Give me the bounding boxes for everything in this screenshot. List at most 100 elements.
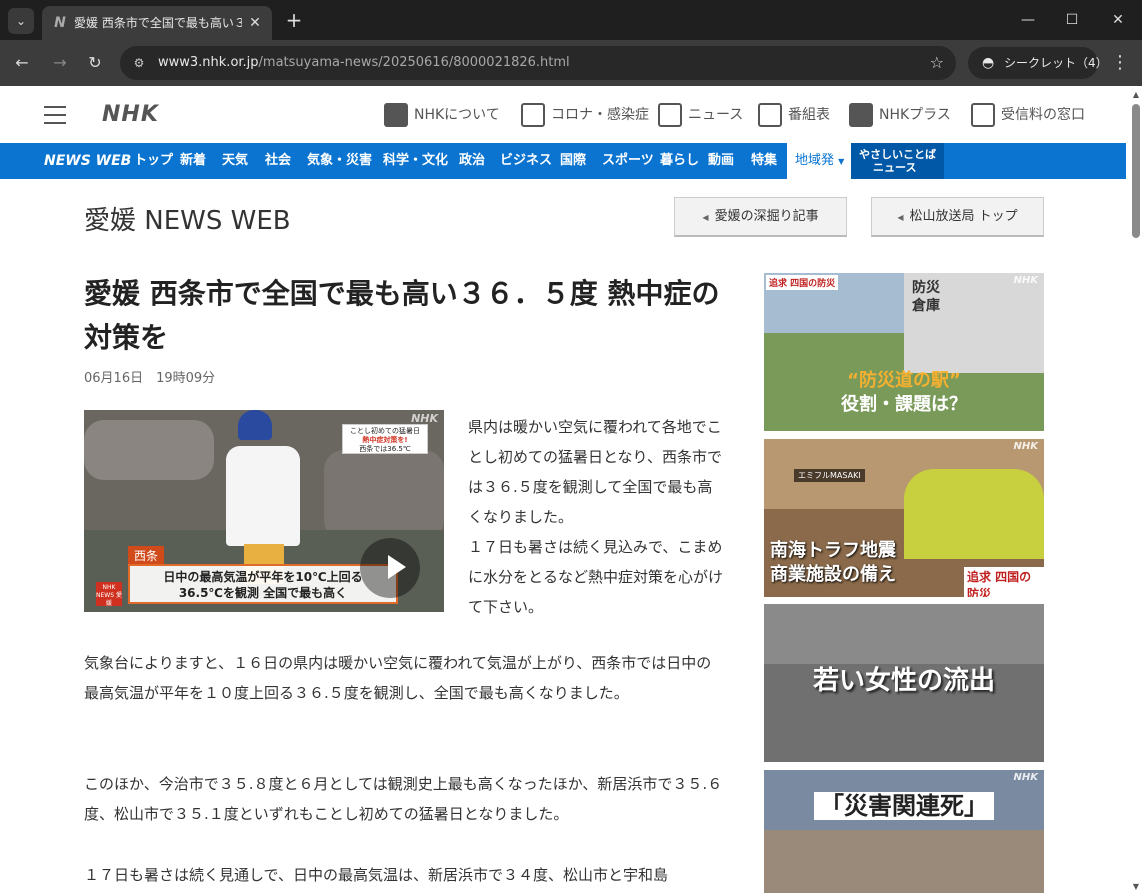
child-figure: [226, 446, 300, 546]
nav-item-top[interactable]: トップ: [134, 143, 173, 179]
site-info-icon[interactable]: ⚙: [130, 54, 148, 72]
banner-title: 「災害関連死」: [764, 790, 1044, 822]
category-nav: NEWS WEB トップ 新着 天気 社会 気象・災害 科学・文化 政治 ビジネ…: [0, 143, 1126, 179]
nav-item-feature[interactable]: 特集: [751, 143, 777, 179]
header-nav-label: NHKプラス: [879, 107, 951, 123]
banner-title: “防災道の駅” 役割・課題は？: [764, 369, 1044, 417]
nav-item-society[interactable]: 社会: [265, 143, 291, 179]
nav-item-video[interactable]: 動画: [708, 143, 734, 179]
address-bar[interactable]: ⚙ www3.nhk.or.jp/matsuyama-news/20250616…: [120, 46, 956, 80]
nav-item-politics[interactable]: 政治: [459, 143, 485, 179]
scroll-up-arrow[interactable]: ▲: [1133, 90, 1139, 99]
nav-item-science[interactable]: 科学・文化: [383, 143, 448, 179]
nav-item-disaster[interactable]: 気象・災害: [307, 143, 372, 179]
series-tag: 追求 四国の防災: [964, 567, 1044, 597]
forward-icon[interactable]: →: [48, 51, 72, 75]
banner-title-line1: “防災道の駅”: [847, 370, 961, 391]
grid-icon: [758, 103, 782, 127]
left-arrow-icon: ◀: [702, 213, 709, 222]
topic-line2: 熱中症対策を!: [362, 436, 408, 444]
header-nav-label: NHKについて: [414, 107, 500, 123]
scrollbar-thumb[interactable]: [1132, 104, 1140, 238]
scroll-down-arrow[interactable]: ▼: [1133, 882, 1139, 891]
nav-item-easy-news[interactable]: やさしいことば ニュース: [851, 143, 944, 179]
nav-item-weather[interactable]: 天気: [222, 143, 248, 179]
header-nav-corona[interactable]: コロナ・感染症: [521, 102, 649, 128]
caption-line1: 日中の最高気温が平年を10℃上回る: [163, 570, 363, 584]
new-tab-button[interactable]: +: [282, 8, 306, 32]
deep-dive-button[interactable]: ◀ 愛媛の深掘り記事: [674, 197, 847, 237]
article-paragraph: 気象台によりますと、１６日の県内は暖かい空気に覆われて気温が上がり、西条市では日…: [84, 654, 712, 702]
back-icon[interactable]: ←: [10, 51, 34, 75]
url-path: /matsuyama-news/20250616/8000021826.html: [258, 55, 570, 70]
rock-shape: [324, 450, 444, 540]
header-nav-nhkplus[interactable]: NHKプラス: [849, 102, 951, 128]
menu-kebab-icon[interactable]: ⋮: [1108, 51, 1132, 75]
nav-item-sports[interactable]: スポーツ: [602, 143, 654, 179]
header-nav-schedule[interactable]: 番組表: [758, 102, 830, 128]
warehouse-sign: 防災倉庫: [912, 280, 940, 314]
banner-title: 若い女性の流出: [812, 666, 995, 696]
banner-title: 南海トラフ地震 商業施設の備え: [770, 539, 960, 587]
town-shape: [764, 830, 1044, 893]
video-topic-box: ことし初めての猛暑日 熱中症対策を! 西条では36.5℃: [342, 424, 428, 454]
bookmark-star-icon[interactable]: ☆: [930, 53, 944, 73]
article-lead: 県内は暖かい空気に覆われて各地でことし初めての猛暑日となり、西条市では３６.５度…: [468, 418, 724, 616]
header-nav-label: 番組表: [788, 107, 830, 123]
video-caption: 日中の最高気温が平年を10℃上回る 36.5℃を観測 全国で最も高く: [128, 564, 398, 604]
sidebar-banner-women-outflow[interactable]: 若い女性の流出: [764, 604, 1044, 762]
nhk-favicon-icon: N: [54, 15, 66, 31]
close-window-icon[interactable]: ✕: [1106, 8, 1130, 32]
nhk-watermark: NHK: [1013, 275, 1039, 286]
hamburger-menu-icon[interactable]: [44, 106, 66, 124]
tab-search-button[interactable]: ⌄: [8, 8, 34, 34]
tab-title: 愛媛 西条市で全国で最も高い３６．５: [74, 16, 242, 30]
series-tag: 追求 四国の防災: [766, 275, 839, 290]
video-player[interactable]: NHK ことし初めての猛暑日 熱中症対策を! 西条では36.5℃ 西条 日中の最…: [84, 410, 444, 612]
sidebar-banner-disaster-death[interactable]: NHK 「災害関連死」: [764, 770, 1044, 893]
nav-item-new[interactable]: 新着: [180, 143, 206, 179]
dropdown-caret-icon: ▼: [838, 157, 845, 166]
incognito-label: シークレット（4）: [1004, 56, 1108, 70]
nhk-logo[interactable]: NHK: [102, 102, 159, 127]
header-nav-fee[interactable]: 受信料の窓口: [971, 102, 1085, 128]
left-arrow-icon: ◀: [897, 213, 904, 222]
easy-line2: ニュース: [873, 161, 917, 174]
nhk-icon: [384, 103, 408, 127]
reload-icon[interactable]: ↻: [83, 51, 107, 75]
nav-item-region[interactable]: 地域発 ▼: [787, 143, 853, 179]
tab-strip: ⌄ N 愛媛 西条市で全国で最も高い３６．５ ✕ + — ☐ ✕: [0, 0, 1142, 40]
nhk-watermark: NHK: [1013, 441, 1039, 452]
url-text[interactable]: www3.nhk.or.jp/matsuyama-news/20250616/8…: [158, 55, 570, 71]
banner-title-line2: 役割・課題は？: [841, 394, 967, 415]
station-top-button[interactable]: ◀ 松山放送局 トップ: [871, 197, 1044, 237]
toolbar: ← → ↻ ⚙ www3.nhk.or.jp/matsuyama-news/20…: [0, 40, 1142, 86]
topic-line1: ことし初めての猛暑日: [350, 427, 420, 435]
header-nav-label: コロナ・感染症: [551, 107, 649, 123]
header-nav-news[interactable]: ニュース: [658, 102, 743, 128]
close-tab-icon[interactable]: ✕: [246, 14, 264, 32]
place-label: 西条: [128, 546, 165, 565]
nav-item-business[interactable]: ビジネス: [500, 143, 552, 179]
sidebar-banner-bosai-station[interactable]: 防災倉庫 追求 四国の防災 NHK “防災道の駅” 役割・課題は？: [764, 273, 1044, 431]
tv-icon: [971, 103, 995, 127]
news-icon: [658, 103, 682, 127]
incognito-button[interactable]: ◓ シークレット（4）: [968, 47, 1108, 79]
station-title[interactable]: 愛媛 NEWS WEB: [84, 200, 291, 237]
maximize-icon[interactable]: ☐: [1060, 8, 1084, 32]
easy-line1: やさしいことば: [859, 148, 936, 161]
sidebar-banner-nankai[interactable]: エミフルMASAKI NHK 南海トラフ地震 商業施設の備え 追求 四国の防災: [764, 439, 1044, 597]
minimize-icon[interactable]: —: [1016, 8, 1040, 32]
nhk-news-badge: NHK NEWS 愛媛: [96, 582, 122, 607]
child-cap: [238, 410, 272, 440]
play-icon: [388, 555, 406, 579]
article-paragraph: １７日も暑さは続く見通しで、日中の最高気温は、新居浜市で３４度、松山市と宇和島: [84, 866, 668, 884]
article-paragraph: このほか、今治市で３５.８度と６月としては観測史上最も高くなったほか、新居浜市で…: [84, 775, 723, 823]
header-nav-label: 受信料の窓口: [1001, 107, 1085, 123]
news-web-logo[interactable]: NEWS WEB: [44, 143, 131, 179]
nav-item-life[interactable]: 暮らし: [660, 143, 699, 179]
incognito-icon: ◓: [982, 55, 995, 71]
active-tab[interactable]: N 愛媛 西条市で全国で最も高い３６．５ ✕: [42, 6, 272, 40]
header-nav-about[interactable]: NHKについて: [384, 102, 500, 128]
nav-item-international[interactable]: 国際: [560, 143, 586, 179]
